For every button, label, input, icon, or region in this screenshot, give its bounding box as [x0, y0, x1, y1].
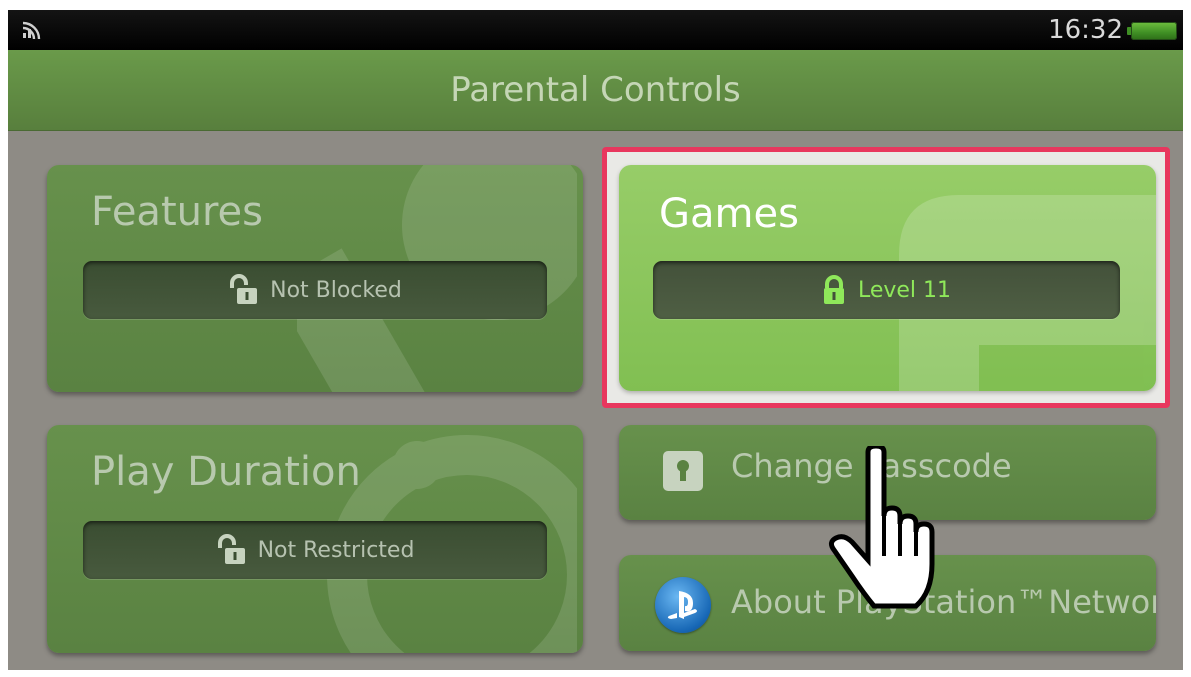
play-duration-status: Not Restricted: [257, 537, 415, 563]
hand-pointer-cursor-icon: [828, 446, 935, 609]
locked-padlock-icon: [823, 275, 844, 304]
page-title: Parental Controls: [450, 70, 741, 110]
vita-screen: 16:32 Parental Controls Features Not Blo…: [8, 10, 1183, 670]
clock: 16:32: [1048, 15, 1123, 45]
play-duration-title: Play Duration: [91, 449, 361, 495]
unlocked-padlock-icon: [230, 274, 258, 304]
games-tile[interactable]: Games Level 11: [619, 165, 1156, 391]
play-duration-status-bar: Not Restricted: [83, 521, 547, 579]
play-duration-tile[interactable]: Play Duration Not Restricted: [47, 425, 583, 653]
games-title: Games: [659, 191, 799, 237]
playstation-logo-icon: [655, 577, 711, 633]
battery-icon: [1127, 22, 1177, 40]
games-status-bar: Level 11: [653, 261, 1120, 319]
features-tile[interactable]: Features Not Blocked: [47, 165, 583, 392]
status-bar: 16:32: [8, 10, 1183, 50]
wifi-icon: [22, 21, 41, 40]
games-status: Level 11: [857, 277, 952, 303]
header: Parental Controls: [8, 50, 1183, 131]
features-status-bar: Not Blocked: [83, 261, 547, 319]
features-title: Features: [91, 189, 263, 235]
keyhole-icon: [663, 451, 703, 491]
unlocked-padlock-icon: [217, 534, 245, 564]
features-status: Not Blocked: [270, 277, 402, 303]
